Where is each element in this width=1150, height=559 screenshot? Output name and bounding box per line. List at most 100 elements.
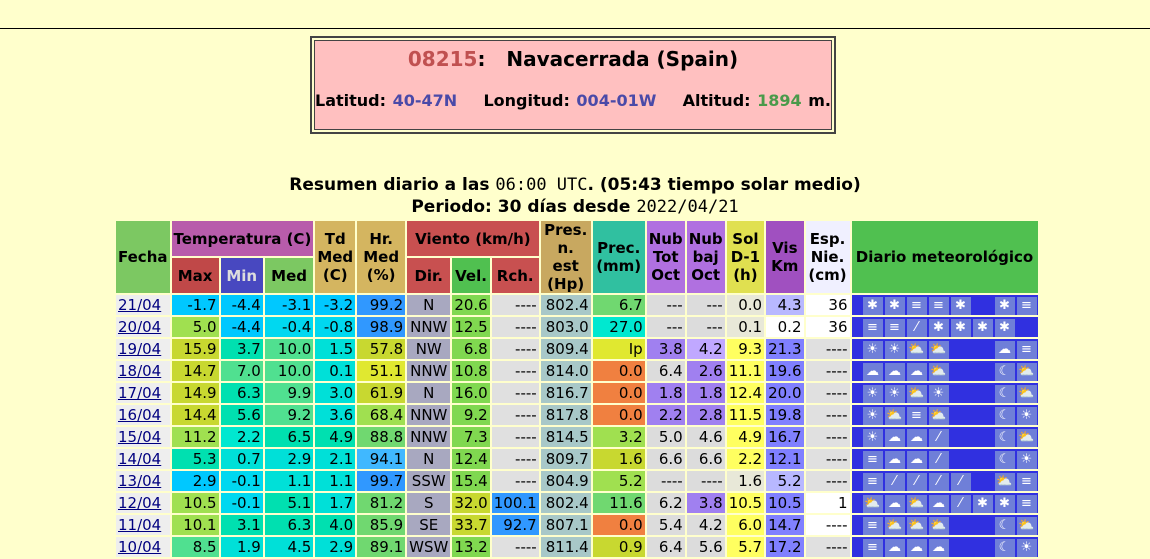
esp-cell: ---- [805, 339, 850, 359]
esp-cell: 1 [805, 493, 850, 513]
date-link[interactable]: 15/04 [118, 428, 161, 446]
rch-cell: 100.1 [491, 493, 539, 513]
max-cell: 8.5 [171, 537, 219, 557]
station-title: 08215: Navacerrada (Spain) [315, 41, 831, 71]
fog-icon: ≡ [1016, 296, 1037, 315]
date-link[interactable]: 21/04 [118, 296, 161, 314]
empty-weather-slot [951, 363, 971, 381]
nubbaj-cell: ---- [686, 471, 725, 491]
rain-icon: ⁄ [928, 472, 949, 491]
date-link[interactable]: 20/04 [118, 318, 161, 336]
date-link[interactable]: 13/04 [118, 472, 161, 490]
empty-weather-slot [951, 429, 971, 447]
vis-cell: 0.2 [766, 317, 804, 337]
pres-cell: 803.0 [540, 317, 591, 337]
pres-cell: 811.4 [540, 537, 591, 557]
vis-cell: 21.3 [766, 339, 804, 359]
station-box: 08215: Navacerrada (Spain) Latitud: 40-4… [310, 36, 836, 134]
med-cell: -3.1 [264, 295, 314, 315]
empty-weather-slot [973, 297, 993, 315]
dir-cell: SSW [407, 471, 451, 491]
header-viento: Viento (km/h) [407, 221, 539, 256]
partly-cloudy-icon: ⛅ [906, 340, 927, 359]
pres-cell: 802.4 [540, 493, 591, 513]
vel-cell: 12.4 [452, 449, 490, 469]
date-link[interactable]: 19/04 [118, 340, 161, 358]
empty-weather-slot [973, 539, 993, 557]
moon-icon: ☾ [994, 384, 1015, 403]
vel-cell: 16.0 [452, 383, 490, 403]
min-cell: 1.9 [220, 537, 263, 557]
date-link[interactable]: 17/04 [118, 384, 161, 402]
header-diario: Diario meteorológico [851, 221, 1038, 293]
date-link[interactable]: 18/04 [118, 362, 161, 380]
td-cell: 1.7 [315, 493, 356, 513]
max-cell: -1.7 [171, 295, 219, 315]
sun-icon: ☀ [862, 428, 883, 447]
max-cell: 5.0 [171, 317, 219, 337]
rch-cell: ---- [491, 339, 539, 359]
td-cell: 4.0 [315, 515, 356, 535]
nubbaj-cell: 4.2 [686, 515, 725, 535]
nubtot-cell: --- [646, 317, 685, 337]
min-cell: -0.1 [220, 471, 263, 491]
sol-cell: 9.3 [726, 339, 765, 359]
sol-cell: 11.5 [726, 405, 765, 425]
dir-cell: NW [407, 339, 451, 359]
td-cell: -0.8 [315, 317, 356, 337]
max-cell: 2.9 [171, 471, 219, 491]
header-vis: Vis Km [766, 221, 804, 293]
partly-cloudy-icon: ⛅ [1016, 516, 1037, 535]
header-nub-baj: Nub baj Oct [686, 221, 725, 293]
med-cell: 10.0 [264, 339, 314, 359]
max-cell: 14.9 [171, 383, 219, 403]
min-cell: 3.7 [220, 339, 263, 359]
max-cell: 11.2 [171, 427, 219, 447]
rain-icon: ⁄ [950, 494, 971, 513]
fog-icon: ≡ [862, 450, 883, 469]
rain-icon: ⁄ [906, 472, 927, 491]
date-cell: 13/04 [116, 471, 170, 491]
nubtot-cell: 1.8 [646, 383, 685, 403]
prec-cell: 0.0 [592, 515, 645, 535]
station-panel: 08215: Navacerrada (Spain) Latitud: 40-4… [314, 40, 832, 130]
date-link[interactable]: 10/04 [118, 538, 161, 556]
hr-cell: 57.8 [357, 339, 406, 359]
prec-cell: Ip [592, 339, 645, 359]
rch-cell: 92.7 [491, 515, 539, 535]
date-link[interactable]: 14/04 [118, 450, 161, 468]
date-link[interactable]: 11/04 [118, 516, 161, 534]
prec-cell: 6.7 [592, 295, 645, 315]
empty-weather-slot [973, 385, 993, 403]
snow-icon: ✱ [950, 318, 971, 337]
header-min: Min [220, 258, 263, 293]
partly-cloudy-icon: ⛅ [928, 516, 949, 535]
date-cell: 18/04 [116, 361, 170, 381]
sun-icon: ☀ [862, 406, 883, 425]
rch-cell: ---- [491, 295, 539, 315]
date-link[interactable]: 12/04 [118, 494, 161, 512]
vel-cell: 20.6 [452, 295, 490, 315]
min-cell: 2.2 [220, 427, 263, 447]
min-cell: 5.6 [220, 405, 263, 425]
sol-cell: 0.0 [726, 295, 765, 315]
weather-diary-cell: ≡ ⁄ ⁄ ⁄ ⁄ ⛅ ≡ [851, 471, 1038, 491]
fog-icon: ≡ [862, 472, 883, 491]
vis-cell: 19.6 [766, 361, 804, 381]
partly-cloudy-icon: ⛅ [862, 494, 883, 513]
summary-line-1: Resumen diario a las 06:00 UTC. (05:43 t… [0, 174, 1150, 196]
td-cell: 1.5 [315, 339, 356, 359]
hr-cell: 98.9 [357, 317, 406, 337]
sol-cell: 12.4 [726, 383, 765, 403]
min-cell: 0.7 [220, 449, 263, 469]
vis-cell: 16.7 [766, 427, 804, 447]
dir-cell: WSW [407, 537, 451, 557]
date-cell: 19/04 [116, 339, 170, 359]
td-cell: 2.1 [315, 449, 356, 469]
fog-icon: ≡ [862, 318, 883, 337]
date-link[interactable]: 16/04 [118, 406, 161, 424]
vis-cell: 19.8 [766, 405, 804, 425]
daily-summary-table: Fecha Temperatura (C) Td Med (C) Hr. Med… [114, 219, 1040, 559]
vis-cell: 4.3 [766, 295, 804, 315]
vel-cell: 15.4 [452, 471, 490, 491]
